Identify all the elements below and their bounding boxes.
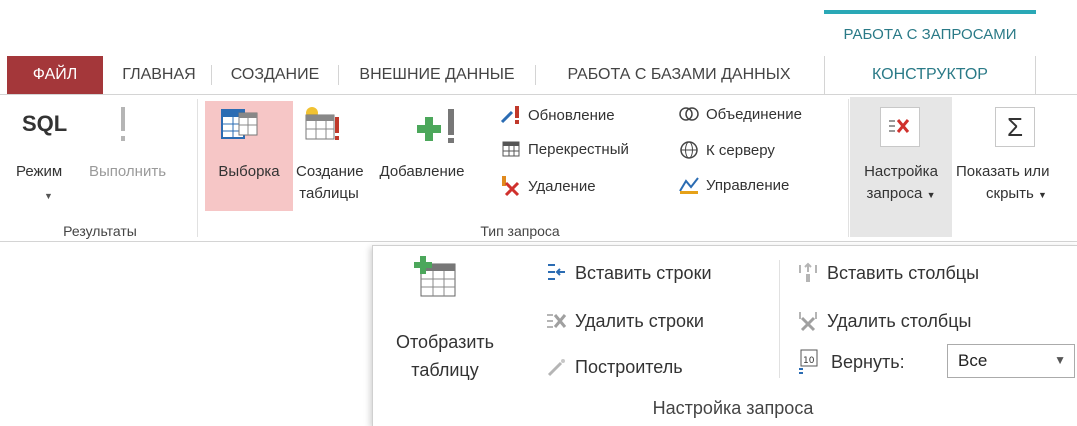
- tab-database-tools[interactable]: РАБОТА С БАЗАМИ ДАННЫХ: [536, 56, 822, 94]
- globe-icon: [678, 140, 700, 160]
- ribbon: SQL Режим ▼ Выполнить Результаты Выборка…: [0, 94, 1077, 242]
- show-table-label: Отобразить таблицу: [385, 328, 505, 384]
- group-results-label: Результаты: [63, 223, 137, 239]
- builder-wand-icon: [545, 356, 567, 378]
- tab-create[interactable]: СОЗДАНИЕ: [212, 56, 338, 94]
- show-hide-label: Показать или скрыть ▼: [956, 161, 1077, 206]
- tab-design-label: КОНСТРУКТОР: [872, 66, 988, 83]
- return-label: Вернуть:: [831, 351, 905, 372]
- tab-home-label: ГЛАВНАЯ: [122, 66, 196, 83]
- delete-columns-icon: [797, 310, 819, 332]
- tab-file-label: ФАЙЛ: [32, 66, 78, 83]
- chevron-down-icon[interactable]: ▼: [1054, 353, 1066, 367]
- builder-button[interactable]: Построитель: [545, 356, 683, 378]
- query-setup-icon: [889, 119, 910, 133]
- append-query-icon: [412, 109, 466, 143]
- show-hide-label-line2: скрыть: [986, 185, 1034, 202]
- make-table-query-button[interactable]: Создание таблицы: [296, 161, 364, 205]
- delete-rows-icon: [545, 310, 567, 332]
- union-query-button[interactable]: Объединение: [678, 105, 802, 123]
- context-tab-header: РАБОТА С ЗАПРОСАМИ: [824, 10, 1036, 54]
- delete-query-button[interactable]: Удаление: [500, 175, 596, 197]
- crosstab-query-label: Перекрестный: [528, 140, 629, 158]
- delete-query-label: Удаление: [528, 177, 596, 195]
- run-icon: [117, 107, 129, 143]
- tab-home[interactable]: ГЛАВНАЯ: [108, 56, 210, 94]
- return-top-values-icon: 10: [797, 348, 823, 376]
- query-setup-label-line1: Настройка: [864, 163, 938, 180]
- insert-rows-icon: [545, 262, 567, 284]
- run-button[interactable]: Выполнить: [89, 161, 166, 183]
- passthrough-query-button[interactable]: К серверу: [678, 140, 775, 160]
- make-table-label-line1: Создание: [296, 163, 364, 180]
- passthrough-query-label: К серверу: [706, 141, 775, 159]
- tab-create-label: СОЗДАНИЕ: [230, 66, 320, 83]
- query-setup-icon-frame: [880, 107, 920, 147]
- show-hide-label-line1: Показать или: [956, 163, 1050, 180]
- select-query-icon: [221, 109, 259, 141]
- insert-columns-label: Вставить столбцы: [827, 262, 980, 283]
- delete-rows-button[interactable]: Удалить строки: [545, 310, 704, 332]
- append-query-button[interactable]: Добавление: [357, 161, 487, 183]
- query-setup-label: Настройка запроса ▼: [852, 161, 950, 206]
- query-setup-label-line2: запроса: [866, 185, 923, 202]
- show-table-label-line2: таблицу: [411, 360, 479, 380]
- show-table-label-line1: Отобразить: [395, 332, 495, 352]
- make-table-label-line2: таблицы: [299, 185, 359, 202]
- tab-external-data[interactable]: ВНЕШНИЕ ДАННЫЕ: [339, 56, 535, 94]
- insert-rows-label: Вставить строки: [575, 262, 712, 283]
- insert-columns-icon: [797, 262, 819, 284]
- data-definition-query-label: Управление: [706, 176, 790, 194]
- group-query-setup-label: Настройка запроса: [652, 398, 814, 418]
- update-query-label: Обновление: [528, 106, 615, 124]
- context-tab-header-label: РАБОТА С ЗАПРОСАМИ: [843, 25, 1017, 43]
- delete-columns-button[interactable]: Удалить столбцы: [797, 310, 971, 332]
- chevron-down-icon: ▼: [1038, 190, 1047, 200]
- delete-query-icon: [500, 175, 522, 197]
- builder-label: Построитель: [575, 356, 683, 377]
- tab-database-tools-label: РАБОТА С БАЗАМИ ДАННЫХ: [567, 66, 791, 83]
- mode-button[interactable]: [10, 95, 90, 221]
- chevron-down-icon: ▼: [926, 190, 936, 200]
- insert-columns-button[interactable]: Вставить столбцы: [797, 262, 979, 284]
- delete-columns-label: Удалить столбцы: [827, 310, 972, 331]
- chevron-down-icon: ▼: [44, 191, 53, 201]
- select-query-label: Выборка: [218, 163, 280, 180]
- popup-separator: [779, 260, 780, 378]
- crosstab-query-button[interactable]: Перекрестный: [500, 140, 629, 158]
- delete-rows-label: Удалить строки: [575, 310, 704, 331]
- tab-design[interactable]: КОНСТРУКТОР: [824, 56, 1036, 94]
- ribbon-tab-bar: ФАЙЛ ГЛАВНАЯ СОЗДАНИЕ ВНЕШНИЕ ДАННЫЕ РАБ…: [0, 56, 1077, 94]
- tab-file[interactable]: ФАЙЛ: [7, 56, 103, 94]
- return-control: 10 Вернуть:: [797, 348, 905, 376]
- return-select-value: Все: [958, 351, 988, 370]
- update-query-button[interactable]: Обновление: [500, 105, 615, 125]
- mode-label: Режим: [16, 163, 63, 180]
- make-table-query-icon: [302, 105, 342, 143]
- return-select[interactable]: Все ▼: [947, 344, 1075, 378]
- group-query-type-label: Тип запроса: [480, 223, 560, 239]
- union-query-label: Объединение: [706, 105, 802, 123]
- tab-external-data-label: ВНЕШНИЕ ДАННЫЕ: [359, 66, 515, 83]
- insert-rows-button[interactable]: Вставить строки: [545, 262, 712, 284]
- data-definition-icon: [678, 175, 700, 195]
- svg-text:10: 10: [803, 356, 815, 366]
- query-setup-popup: Отобразить таблицу Вставить строки Удали…: [372, 245, 1077, 426]
- crosstab-query-icon: [500, 140, 522, 158]
- update-query-icon: [500, 105, 522, 125]
- data-definition-query-button[interactable]: Управление: [678, 175, 789, 195]
- union-query-icon: [678, 105, 700, 123]
